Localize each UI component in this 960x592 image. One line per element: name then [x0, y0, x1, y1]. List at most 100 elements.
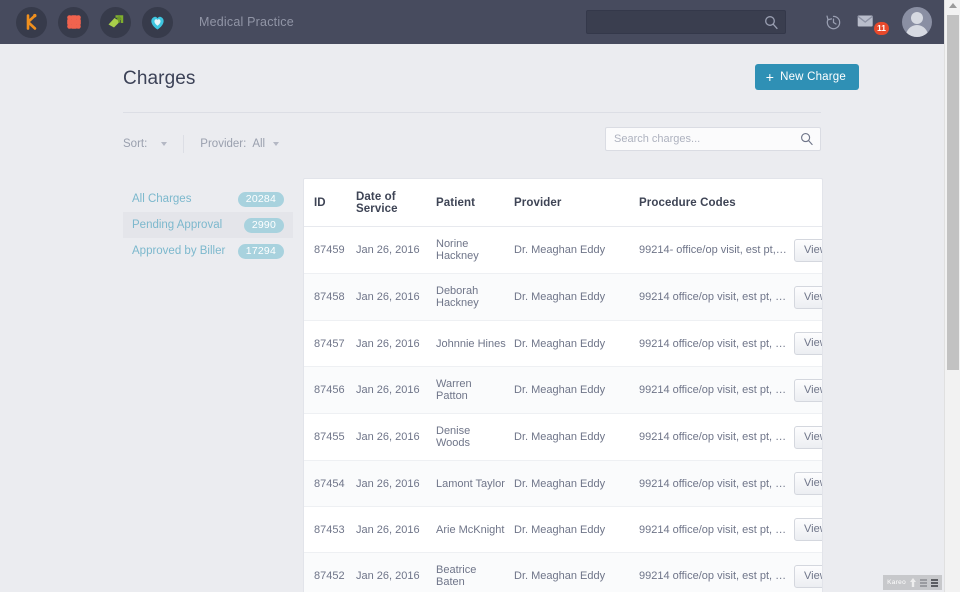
cell-id: 87453: [304, 506, 356, 553]
cell-date: Jan 26, 2016: [356, 320, 436, 367]
cell-id: 87455: [304, 413, 356, 461]
page-scrollbar-thumb[interactable]: [947, 15, 959, 370]
charges-table-head: ID Date of Service Patient Provider Proc…: [304, 179, 822, 227]
cell-procedure: 99214 office/op visit, est pt, 2 …: [639, 273, 794, 321]
procedure-text: 99214- office/op visit, est pt, 2…: [639, 244, 788, 256]
search-icon: [764, 15, 779, 35]
history-clock-icon[interactable]: [816, 5, 850, 39]
app-switcher: [0, 6, 173, 38]
new-charge-button[interactable]: + New Charge: [754, 64, 859, 90]
practice-name-label: Medical Practice: [199, 15, 294, 29]
procedure-text: 99214 office/op visit, est pt, 2 …: [639, 523, 788, 536]
header-divider: [123, 112, 821, 113]
cell-patient: Denise Woods: [436, 413, 514, 461]
cell-actions: View: [794, 552, 822, 592]
table-row[interactable]: 87453 Jan 26, 2016 Arie McKnight Dr. Meagha…: [304, 506, 822, 553]
sidebar-item-approved-by-biller[interactable]: Approved by Biller 17294: [123, 238, 293, 264]
cell-provider: Dr. Meaghan Eddy: [514, 460, 639, 507]
cell-actions: View: [794, 320, 822, 367]
view-button[interactable]: View: [794, 285, 822, 309]
cell-date: Jan 26, 2016: [356, 366, 436, 414]
content-columns: All Charges 20284 Pending Approval 2990 …: [123, 178, 823, 592]
user-avatar[interactable]: [902, 7, 932, 37]
view-button[interactable]: View: [794, 332, 822, 355]
procedure-text: 99214 office/op visit, est pt, 2 …: [639, 384, 788, 396]
cell-procedure: 99214 office/op visit, est pt, 2 …: [639, 506, 794, 553]
view-button[interactable]: View: [794, 472, 822, 495]
table-row[interactable]: 87458 Jan 26, 2016 Deborah Hackney Dr. Meag…: [304, 273, 822, 321]
page-scrollbar-track[interactable]: [944, 0, 960, 592]
sort-label: Sort:: [123, 138, 148, 150]
cell-id: 87454: [304, 460, 356, 507]
cross-app-icon[interactable]: [58, 6, 89, 38]
cell-procedure: 99214 office/op visit, est pt, 2 …: [639, 552, 794, 592]
view-button[interactable]: View: [794, 378, 822, 402]
provider-value: All: [252, 138, 266, 150]
view-button[interactable]: View: [794, 425, 822, 449]
procedure-text: 99214 office/op visit, est pt, 2 …: [639, 291, 788, 303]
kareo-status-widget[interactable]: Kareo: [883, 575, 942, 590]
cell-provider: Dr. Meaghan Eddy: [514, 320, 639, 367]
column-header-provider[interactable]: Provider: [514, 179, 639, 227]
cell-patient: Norine Hackney: [436, 226, 514, 274]
provider-dropdown[interactable]: Provider: All: [200, 138, 280, 150]
cell-provider: Dr. Meaghan Eddy: [514, 226, 639, 274]
global-search-box[interactable]: [586, 10, 786, 34]
heart-app-icon[interactable]: [142, 6, 173, 38]
plus-icon: +: [765, 69, 775, 85]
cell-actions: View: [794, 460, 822, 507]
billing-app-icon[interactable]: [100, 6, 131, 38]
sidebar-item-pending-approval[interactable]: Pending Approval 2990: [123, 212, 293, 238]
column-header-date[interactable]: Date of Service: [356, 179, 436, 227]
procedure-text: 99214 office/op visit, est pt, 2 …: [639, 337, 788, 350]
charges-table: ID Date of Service Patient Provider Proc…: [304, 179, 822, 592]
search-charges-input[interactable]: [606, 128, 820, 150]
sidebar-item-count: 17294: [237, 243, 284, 259]
cell-date: Jan 26, 2016: [356, 226, 436, 274]
kareo-logo-icon[interactable]: [16, 6, 47, 38]
sidebar-item-all-charges[interactable]: All Charges 20284: [123, 186, 293, 212]
sort-dropdown[interactable]: Sort:: [123, 138, 168, 150]
column-header-id[interactable]: ID: [304, 179, 356, 227]
table-row[interactable]: 87459 Jan 26, 2016 Norine Hackney Dr. Meagh…: [304, 226, 822, 274]
table-row[interactable]: 87456 Jan 26, 2016 Warren Patton Dr. Meagha…: [304, 366, 822, 414]
top-navigation-bar: Medical Practice 11: [0, 0, 944, 44]
cell-procedure: 99214 office/op visit, est pt, 2 …: [639, 366, 794, 414]
cell-procedure: 99214 office/op visit, est pt, 2 …: [639, 320, 794, 367]
cell-patient: Deborah Hackney: [436, 273, 514, 321]
scroll-up-arrow-icon[interactable]: [949, 3, 957, 8]
filter-bar: Sort: Provider: All: [123, 127, 821, 159]
view-button[interactable]: View: [794, 238, 822, 262]
cell-patient: Johnnie Hines: [436, 320, 514, 367]
search-charges-box[interactable]: [605, 127, 821, 151]
procedure-text: 99214 office/op visit, est pt, 2 …: [639, 431, 788, 443]
column-header-procedure[interactable]: Procedure Codes: [639, 179, 794, 227]
table-row[interactable]: 87452 Jan 26, 2016 Beatrice Baten Dr. Meagh…: [304, 552, 822, 592]
view-button[interactable]: View: [794, 564, 822, 588]
table-row[interactable]: 87457 Jan 26, 2016 Johnnie Hines Dr. Meagha…: [304, 320, 822, 367]
cell-id: 87452: [304, 552, 356, 592]
charges-table-body: 87459 Jan 26, 2016 Norine Hackney Dr. Meagh…: [304, 226, 822, 592]
chevron-down-icon: [273, 142, 280, 146]
kareo-widget-bars-dark-icon: [931, 578, 938, 587]
cell-provider: Dr. Meaghan Eddy: [514, 413, 639, 461]
cell-actions: View: [794, 366, 822, 414]
column-header-patient[interactable]: Patient: [436, 179, 514, 227]
nav-right-actions: 11: [586, 5, 944, 39]
sidebar-item-count: 20284: [237, 191, 284, 207]
cell-actions: View: [794, 226, 822, 274]
chevron-down-icon: [161, 142, 168, 146]
envelope-icon[interactable]: 11: [850, 5, 890, 39]
procedure-text: 99214 office/op visit, est pt, 2 …: [639, 477, 788, 490]
cell-procedure: 99214 office/op visit, est pt, 2 …: [639, 460, 794, 507]
view-button[interactable]: View: [794, 518, 822, 541]
charge-filter-list: All Charges 20284 Pending Approval 2990 …: [123, 178, 293, 264]
provider-label: Provider:: [200, 138, 247, 150]
avatar-head: [911, 12, 923, 24]
procedure-text: 99214 office/op visit, est pt, 2 …: [639, 570, 788, 582]
page-header: Charges + New Charge: [0, 44, 944, 90]
new-charge-label: New Charge: [780, 71, 846, 83]
global-search-input[interactable]: [587, 11, 785, 33]
table-row[interactable]: 87454 Jan 26, 2016 Lamont Taylor Dr. Meagha…: [304, 460, 822, 507]
table-row[interactable]: 87455 Jan 26, 2016 Denise Woods Dr. Meaghan…: [304, 413, 822, 461]
